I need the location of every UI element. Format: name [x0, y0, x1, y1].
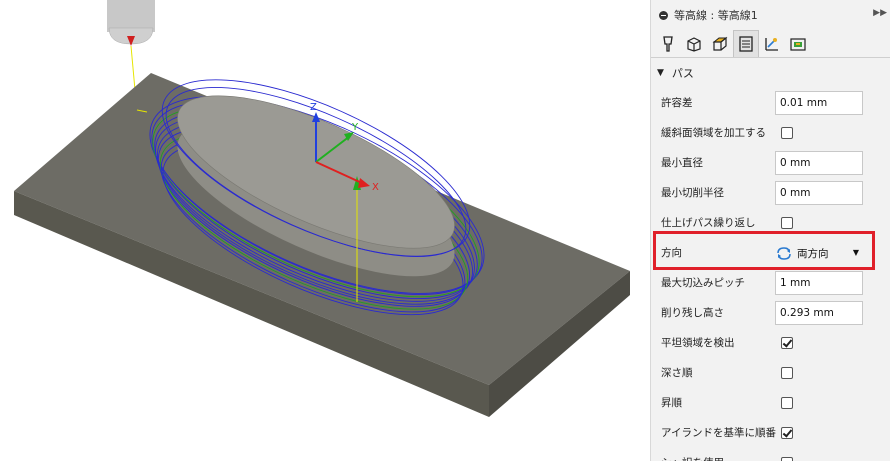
expand-icon[interactable]: ▶▶ [873, 8, 887, 18]
3d-viewport[interactable]: Z Y X [0, 0, 650, 461]
row-detect-flat: 平坦領域を検出 [651, 328, 890, 358]
tolerance-input[interactable]: 0.01 mm [775, 91, 863, 115]
row-label: 削り残し高さ [661, 307, 724, 319]
direction-highlight-box [653, 231, 875, 270]
panel-titlebar: 等高線 : 等高線1 ▶▶ [651, 0, 890, 30]
row-label: 深さ順 [661, 367, 693, 379]
depth-order-checkbox[interactable] [781, 367, 793, 379]
row-partial: シャ訳を使用 [651, 448, 890, 461]
tab-stock[interactable] [785, 30, 811, 57]
panel-title: 等高線 : 等高線1 [674, 9, 758, 22]
y-axis-label: Y [351, 122, 359, 133]
heights-tab-icon [712, 36, 728, 51]
row-label: 最大切込みピッチ [661, 277, 745, 289]
row-order-by-island: アイランドを基準に順番 [651, 418, 890, 448]
row-label: 最小切削半径 [661, 187, 724, 199]
row-label: 平坦領域を検出 [661, 337, 735, 349]
finishing-passes-checkbox[interactable] [781, 217, 793, 229]
row-depth-order: 深さ順 [651, 358, 890, 388]
tab-passes[interactable] [733, 30, 759, 57]
row-scallop-height: 削り残し高さ 0.293 mm [651, 298, 890, 328]
min-diameter-input[interactable]: 0 mm [775, 151, 863, 175]
tab-tool[interactable] [655, 30, 681, 57]
tool-tab-icon [663, 35, 673, 52]
row-min-diameter: 最小直径 0 mm [651, 148, 890, 178]
stock-tab-icon [790, 37, 806, 51]
collapse-triangle-icon[interactable]: ▼ [657, 68, 664, 78]
linking-tab-icon [765, 37, 778, 51]
row-label: シャ訳を使用 [661, 448, 724, 461]
row-tolerance: 許容差 0.01 mm [651, 88, 890, 118]
min-cut-radius-input[interactable]: 0 mm [775, 181, 863, 205]
row-ascending: 昇順 [651, 388, 890, 418]
row-max-stepdown: 最大切込みピッチ 1 mm [651, 268, 890, 298]
row-label: 許容差 [661, 97, 693, 109]
section-title: パス [671, 67, 694, 80]
detect-flat-checkbox[interactable] [781, 337, 793, 349]
row-label: 最小直径 [661, 157, 703, 169]
shallow-area-checkbox[interactable] [781, 127, 793, 139]
row-shallow-area: 緩斜面領域を加工する [651, 118, 890, 148]
row-min-cut-radius: 最小切削半径 0 mm [651, 178, 890, 208]
tab-linking[interactable] [759, 30, 785, 57]
row-label: 昇順 [661, 397, 682, 409]
order-by-island-checkbox[interactable] [781, 427, 793, 439]
tab-heights[interactable] [707, 30, 733, 57]
tool-holder [107, 0, 155, 32]
tab-geometry[interactable] [681, 30, 707, 57]
viewport-canvas[interactable]: Z Y X [0, 0, 650, 461]
collapse-icon[interactable] [659, 10, 668, 20]
x-axis-label: X [372, 182, 379, 193]
section-passes-header[interactable]: ▼ パス [651, 58, 890, 88]
geometry-tab-icon [687, 36, 701, 52]
passes-tab-icon [739, 36, 753, 52]
max-stepdown-input[interactable]: 1 mm [775, 271, 863, 295]
scallop-height-input[interactable]: 0.293 mm [775, 301, 863, 325]
row-label: 緩斜面領域を加工する [661, 127, 766, 139]
ascending-checkbox[interactable] [781, 397, 793, 409]
z-axis-label: Z [310, 102, 317, 113]
row-label: アイランドを基準に順番 [661, 427, 776, 439]
tab-bar [651, 30, 890, 58]
partial-checkbox[interactable] [781, 457, 793, 461]
